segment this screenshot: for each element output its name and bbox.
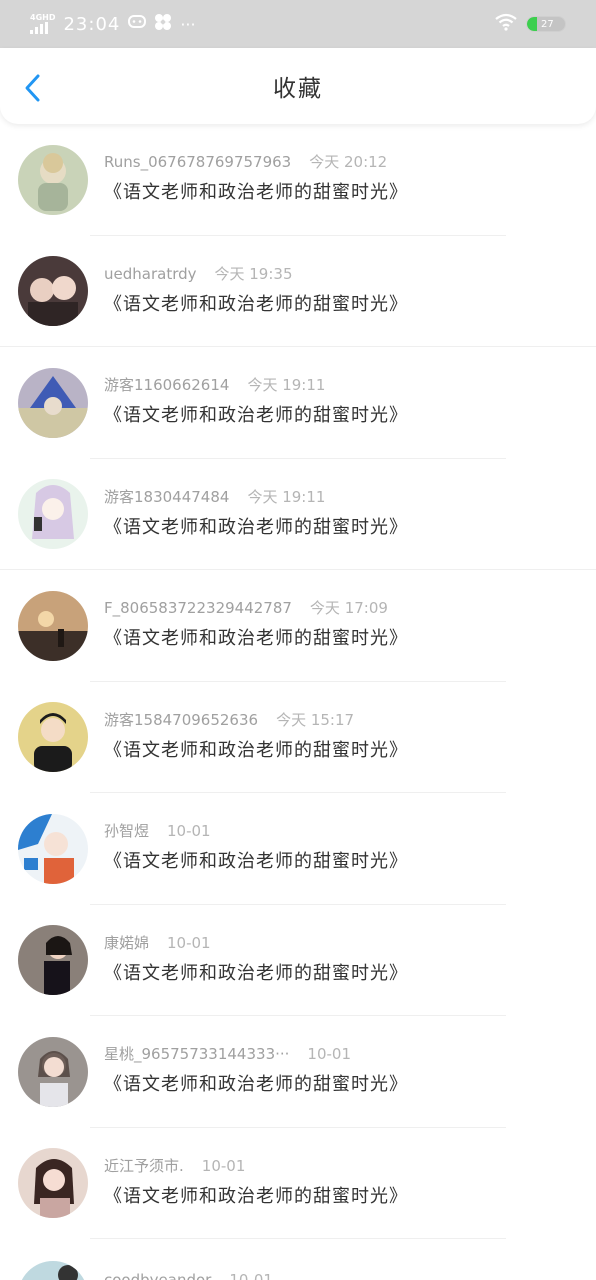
divider	[90, 1238, 506, 1239]
item-title: 《语文老师和政治老师的甜蜜时光》	[104, 516, 408, 538]
list-item[interactable]: 游客1584709652636 今天 15:17 《语文老师和政治老师的甜蜜时光》	[0, 682, 596, 793]
timestamp: 今天 19:11	[247, 376, 326, 395]
list-item[interactable]: 游客1160662614 今天 19:11 《语文老师和政治老师的甜蜜时光》	[0, 347, 596, 459]
timestamp: 10-01	[167, 933, 211, 952]
nav-bar: 收藏	[0, 48, 596, 124]
list-item[interactable]: 近江予须市. 10-01 《语文老师和政治老师的甜蜜时光》	[0, 1128, 596, 1239]
username: coodbyeandor	[104, 1271, 212, 1280]
username: uedharatrdy	[104, 264, 197, 283]
item-title: 《语文老师和政治老师的甜蜜时光》	[104, 182, 408, 204]
chevron-left-icon	[25, 74, 40, 102]
username: Runs_067678769757963	[104, 153, 292, 172]
avatar[interactable]	[18, 479, 88, 550]
username: 游客1584709652636	[104, 710, 259, 729]
timestamp: 10-01	[201, 1156, 246, 1175]
timestamp: 今天 20:12	[309, 153, 388, 172]
fan-icon	[154, 13, 172, 35]
avatar[interactable]	[18, 590, 88, 661]
timestamp: 10-01	[307, 1045, 352, 1064]
item-title: 《语文老师和政治老师的甜蜜时光》	[104, 851, 408, 873]
timestamp: 10-01	[229, 1271, 273, 1280]
timestamp: 今天 19:11	[247, 487, 326, 506]
avatar[interactable]	[18, 1036, 88, 1107]
wifi-icon	[494, 13, 518, 36]
list-item[interactable]: 星桃_96575733144333··· 10-01 《语文老师和政治老师的甜蜜时…	[0, 1016, 596, 1128]
list-item[interactable]: 游客1830447484 今天 19:11 《语文老师和政治老师的甜蜜时光》	[0, 459, 596, 570]
avatar[interactable]	[18, 367, 88, 438]
item-title: 《语文老师和政治老师的甜蜜时光》	[104, 628, 408, 650]
avatar[interactable]	[18, 1261, 88, 1280]
username: 游客1160662614	[104, 376, 230, 395]
list-item[interactable]: uedharatrdy 今天 19:35 《语文老师和政治老师的甜蜜时光》	[0, 236, 596, 347]
list-item[interactable]: Runs_067678769757963 今天 20:12 《语文老师和政治老师的…	[0, 124, 596, 236]
timestamp: 今天 17:09	[309, 599, 388, 618]
item-title: 《语文老师和政治老师的甜蜜时光》	[104, 1185, 408, 1207]
item-title: 《语文老师和政治老师的甜蜜时光》	[104, 962, 408, 984]
avatar[interactable]	[18, 702, 88, 773]
username: 近江予须市.	[104, 1156, 184, 1175]
avatar[interactable]	[18, 144, 88, 215]
avatar[interactable]	[18, 256, 88, 327]
battery-level: 27	[541, 19, 554, 30]
avatar[interactable]	[18, 925, 88, 996]
item-title: 《语文老师和政治老师的甜蜜时光》	[104, 405, 408, 427]
item-title: 《语文老师和政治老师的甜蜜时光》	[104, 739, 408, 761]
list-item[interactable]: coodbyeandor 10-01	[0, 1257, 596, 1280]
timestamp: 今天 15:17	[276, 710, 355, 729]
list-item[interactable]: F_806583722329442787 今天 17:09 《语文老师和政治老师的…	[0, 570, 596, 682]
username: 游客1830447484	[104, 487, 230, 506]
username: F_806583722329442787	[104, 599, 292, 618]
favorites-list: Runs_067678769757963 今天 20:12 《语文老师和政治老师的…	[0, 124, 596, 1239]
signal-icon: 4GHD	[30, 14, 55, 34]
username: 星桃_96575733144333···	[104, 1045, 290, 1064]
page-title: 收藏	[273, 76, 323, 102]
status-time: 23:04	[63, 13, 121, 35]
list-item[interactable]: 孙智煜 10-01 《语文老师和政治老师的甜蜜时光》	[0, 793, 596, 905]
list-item[interactable]: 康婼婂 10-01 《语文老师和政治老师的甜蜜时光》	[0, 905, 596, 1016]
more-notifications-icon: ···	[180, 14, 196, 34]
avatar[interactable]	[18, 813, 88, 884]
item-title: 《语文老师和政治老师的甜蜜时光》	[104, 1074, 408, 1096]
item-title: 《语文老师和政治老师的甜蜜时光》	[104, 293, 408, 315]
battery-icon: 27	[526, 16, 566, 32]
status-bar: 4GHD 23:04 ··· 27	[0, 0, 596, 48]
username: 康婼婂	[104, 933, 150, 952]
username: 孙智煜	[104, 822, 150, 841]
timestamp: 今天 19:35	[214, 264, 293, 283]
chat-bubble-icon	[128, 14, 147, 34]
network-type: 4GHD	[30, 13, 56, 22]
back-button[interactable]	[18, 72, 46, 104]
timestamp: 10-01	[167, 822, 211, 841]
avatar[interactable]	[18, 1148, 88, 1219]
